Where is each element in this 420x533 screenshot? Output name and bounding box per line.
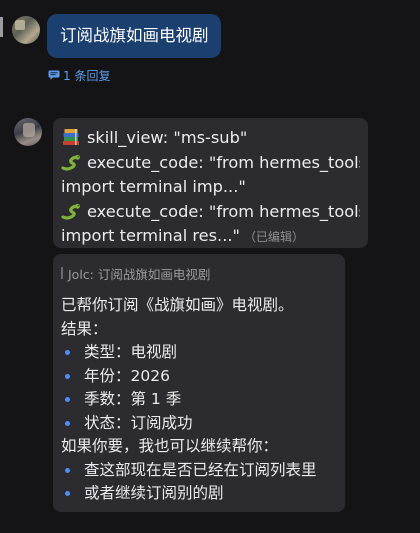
bullet-dot [65, 373, 70, 379]
thread-replies-link[interactable]: 1 条回复 [48, 66, 110, 84]
snake-icon [61, 203, 80, 220]
list-item: 查这部现在是否已经在订阅列表里 [61, 459, 337, 483]
user-message-bubble[interactable]: 订阅战旗如画电视剧 [47, 14, 221, 58]
avatar[interactable] [12, 16, 40, 44]
tool-call-line: skill_view: "ms-sub" [61, 126, 360, 151]
message-text: 订阅战旗如画电视剧 [60, 26, 209, 45]
tool-call-line: import terminal imp..." [61, 177, 246, 196]
reply-body: 已帮你订阅《战旗如画》电视剧。 结果： 类型：电视剧 年份：2026 季数：第 … [61, 294, 337, 506]
avatar[interactable] [14, 118, 42, 146]
quoted-text: Jolc: 订阅战旗如画电视剧 [68, 266, 211, 282]
bullet-dot [65, 420, 70, 426]
bullet-dot [65, 397, 70, 403]
thread-replies-label: 1 条回复 [63, 68, 111, 83]
list-item: 状态：订阅成功 [61, 412, 337, 436]
tool-call-line: execute_code: "from hermes_tools [61, 151, 360, 176]
list-item: 或者继续订阅别的剧 [61, 482, 337, 506]
reply-intro: 已帮你订阅《战旗如画》电视剧。 [61, 296, 294, 314]
result-heading: 结果： [61, 319, 108, 338]
selection-edge-marker [0, 17, 3, 37]
list-item: 季数：第 1 季 [61, 388, 337, 412]
tool-call-line: execute_code: "from hermes_tools [61, 200, 360, 225]
bullet-dot [65, 350, 70, 356]
bullet-dot [65, 467, 70, 473]
books-icon [63, 129, 79, 145]
tool-call-message-bubble[interactable]: skill_view: "ms-sub" execute_code: "from… [53, 118, 368, 248]
comment-icon [48, 70, 60, 80]
snake-icon [61, 154, 80, 171]
quote-bar [61, 267, 63, 279]
list-item: 类型：电视剧 [61, 341, 337, 365]
chat-thread: 订阅战旗如画电视剧 1 条回复 skill_view: "ms-sub" exe… [0, 0, 420, 533]
list-item: 年份：2026 [61, 365, 337, 389]
bullet-dot [65, 491, 70, 497]
edited-label: （已编辑） [243, 230, 304, 244]
tool-call-line: import terminal res..." （已编辑） [61, 226, 304, 245]
followup-heading: 如果你要，我也可以继续帮你： [61, 437, 279, 455]
quoted-reply[interactable]: Jolc: 订阅战旗如画电视剧 [61, 264, 337, 282]
bot-reply-message-bubble[interactable]: Jolc: 订阅战旗如画电视剧 已帮你订阅《战旗如画》电视剧。 结果： 类型：电… [53, 254, 345, 512]
